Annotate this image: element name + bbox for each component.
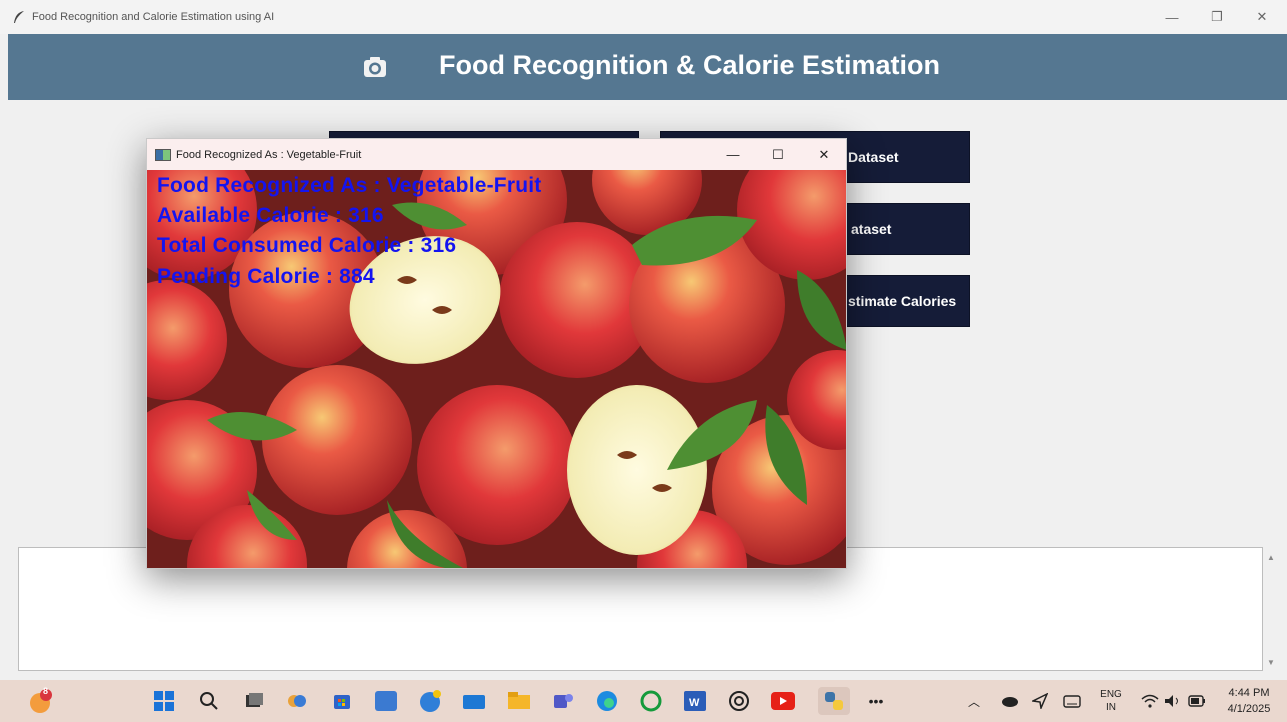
battery-icon[interactable]: [1188, 680, 1206, 722]
apples-image: [147, 170, 846, 568]
mail-icon[interactable]: [460, 687, 488, 715]
clock-date: 4/1/2025: [1227, 703, 1271, 715]
overlay-available-calorie: Available Calorie : 316: [157, 204, 384, 227]
chatgpt-icon[interactable]: [725, 687, 753, 715]
app-icon-msp[interactable]: [372, 687, 400, 715]
window-title: Food Recognition and Calorie Estimation …: [32, 11, 275, 23]
onedrive-icon[interactable]: [1001, 680, 1019, 722]
show-hidden-icons-icon[interactable]: ︿: [968, 680, 980, 722]
upload-dataset-label: Dataset: [848, 149, 899, 165]
svg-text:W: W: [689, 697, 700, 709]
textarea-scrollbar[interactable]: ▲ ▼: [1263, 547, 1281, 671]
overlay-pending-calorie: Pending Calorie : 884: [157, 265, 375, 288]
whatsapp-icon[interactable]: [637, 687, 665, 715]
food-photo: Food Recognized As : Vegetable-Fruit Ava…: [147, 170, 846, 568]
youtube-icon[interactable]: [769, 687, 797, 715]
taskbar: 8 W ••• ︿ ENG IN 4:44 PM 4/1/2025: [0, 680, 1287, 722]
app-header: Food Recognition & Calorie Estimation: [8, 34, 1287, 100]
language-line-1: ENG: [1100, 689, 1122, 700]
store-icon[interactable]: [328, 687, 356, 715]
popup-close-button[interactable]: ✕: [801, 139, 846, 170]
restore-button[interactable]: ❐: [1196, 0, 1238, 34]
clock-time: 4:44 PM: [1228, 687, 1270, 699]
notification-badge: 8: [43, 686, 49, 696]
volume-icon[interactable]: [1164, 680, 1182, 722]
image-window-icon: [155, 148, 171, 161]
popup-titlebar: Food Recognized As : Vegetable-Fruit — ☐…: [147, 139, 846, 170]
language-indicator[interactable]: ENG IN: [1097, 688, 1125, 714]
feather-icon: [14, 11, 24, 23]
more-apps-icon[interactable]: •••: [862, 687, 890, 715]
help-app-icon[interactable]: [416, 687, 444, 715]
overlay-consumed-calorie: Total Consumed Calorie : 316: [157, 234, 457, 257]
start-icon[interactable]: [150, 687, 178, 715]
search-icon[interactable]: [195, 687, 223, 715]
scroll-down-icon[interactable]: ▼: [1267, 658, 1275, 667]
notification-app-icon[interactable]: 8: [27, 686, 55, 715]
main-window-titlebar: Food Recognition and Calorie Estimation …: [0, 0, 1287, 34]
python-app-icon[interactable]: [818, 687, 850, 715]
estimate-calories-label: stimate Calories: [848, 293, 957, 309]
language-line-2: IN: [1106, 702, 1116, 713]
file-explorer-icon[interactable]: [505, 687, 533, 715]
word-icon[interactable]: W: [681, 687, 709, 715]
close-button[interactable]: ✕: [1241, 0, 1283, 34]
widgets-icon[interactable]: [283, 687, 311, 715]
preprocess-dataset-label: ataset: [851, 221, 892, 237]
keyboard-icon[interactable]: [1063, 680, 1081, 722]
edge-icon[interactable]: [593, 687, 621, 715]
scroll-up-icon[interactable]: ▲: [1267, 553, 1275, 562]
system-clock[interactable]: 4:44 PM 4/1/2025: [1218, 685, 1280, 717]
popup-maximize-button[interactable]: ☐: [755, 139, 801, 170]
recognition-result-window: Food Recognized As : Vegetable-Fruit — ☐…: [146, 138, 847, 569]
popup-minimize-button[interactable]: —: [710, 139, 756, 170]
overlay-recognized-line: Food Recognized As : Vegetable-Fruit: [157, 174, 542, 197]
camera-icon: [364, 57, 386, 77]
header-title: Food Recognition & Calorie Estimation: [439, 50, 941, 80]
desktop: Food Recognition and Calorie Estimation …: [0, 0, 1287, 722]
popup-title: Food Recognized As : Vegetable-Fruit: [176, 148, 362, 161]
teams-icon[interactable]: [549, 687, 577, 715]
location-icon[interactable]: [1032, 680, 1048, 722]
minimize-button[interactable]: —: [1151, 0, 1193, 34]
task-view-icon[interactable]: [240, 687, 268, 715]
wifi-icon[interactable]: [1141, 680, 1159, 722]
